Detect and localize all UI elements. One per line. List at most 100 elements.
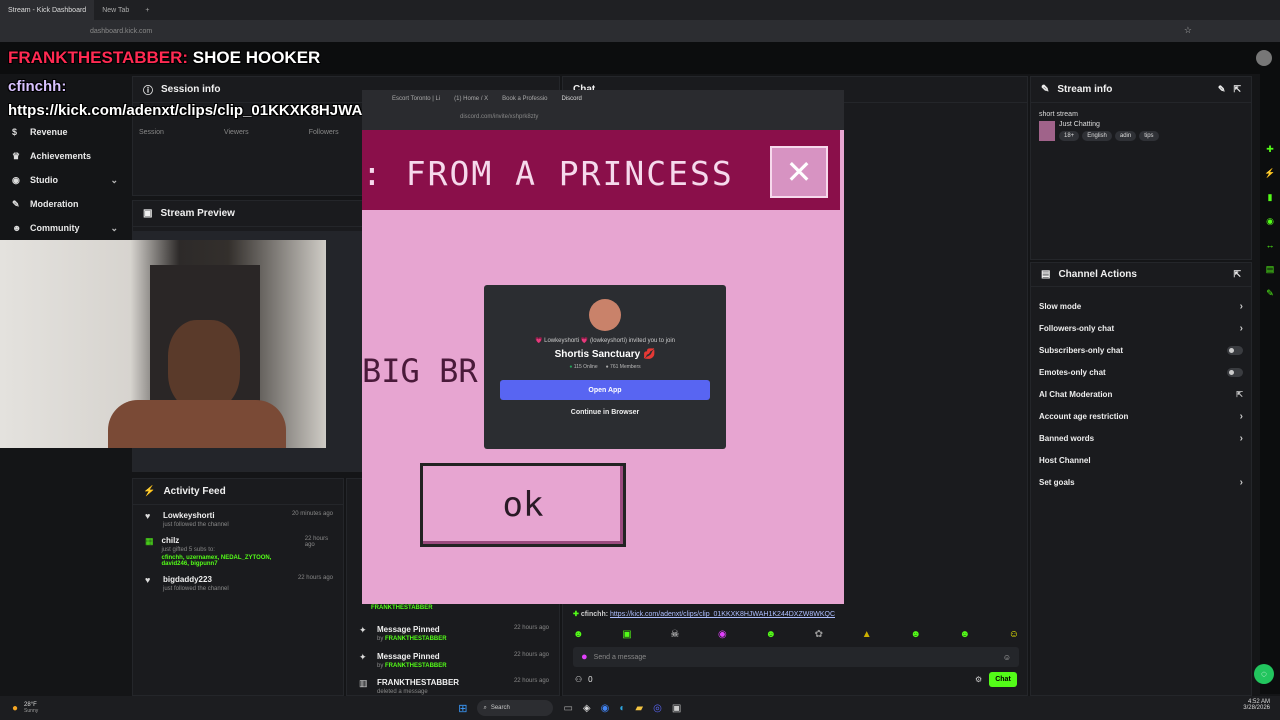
external-link-icon[interactable]: ⇱ <box>1233 269 1241 280</box>
chat-send-button[interactable]: Chat <box>989 672 1017 687</box>
tab-new[interactable]: New Tab <box>94 0 137 20</box>
gear-icon[interactable]: ⚙ <box>975 675 982 684</box>
terminal-icon[interactable]: ▣ <box>672 703 681 714</box>
emote-icon[interactable]: ▣ <box>622 629 631 640</box>
new-tab-button[interactable]: + <box>137 0 157 20</box>
continue-browser-button[interactable]: Continue in Browser <box>484 409 726 416</box>
sidebar-item-revenue[interactable]: $ Revenue <box>0 120 130 144</box>
panel-header: ▤ Channel Actions ⇱ <box>1031 263 1251 287</box>
popup-banner: : FROM A PRINCESS ✕ <box>362 130 840 210</box>
chat-icon[interactable]: ◉ <box>1264 216 1276 228</box>
emote-icon[interactable]: ☠ <box>670 629 679 640</box>
emote-icon[interactable]: ☻ <box>960 629 971 640</box>
taskbar-center: ⊞ ⌕ Search ▭ ◈ ◉ ◐ ▰ ◎ ▣ <box>458 700 681 716</box>
bolt-icon[interactable]: ⚡ <box>1264 168 1276 180</box>
emote-icon[interactable]: ✿ <box>815 629 823 640</box>
feed-sub: just gifted 5 subs to: <box>161 547 215 553</box>
chevron-right-icon: › <box>1239 300 1243 312</box>
emotes-only-toggle[interactable] <box>1227 367 1243 377</box>
host-channel-row[interactable]: Host Channel <box>1031 449 1251 471</box>
chevron-right-icon: › <box>1239 432 1243 444</box>
feed-name[interactable]: bigdaddy223 <box>163 575 229 584</box>
emote-icon[interactable]: ☻ <box>765 629 776 640</box>
support-chat-icon[interactable]: ◌ <box>1254 664 1274 684</box>
chevron-right-icon: › <box>1239 322 1243 334</box>
resize-icon[interactable]: ↔ <box>1264 240 1276 252</box>
emote-icon[interactable]: ☺ <box>1009 629 1019 640</box>
system-clock[interactable]: 4:52 AM 3/28/2026 <box>1243 699 1270 711</box>
sun-icon: ● <box>12 702 19 714</box>
feed-time: 22 hours ago <box>304 536 329 548</box>
star-icon[interactable]: ☆ <box>1184 25 1192 36</box>
tab-label[interactable]: Discord <box>562 96 582 102</box>
input-placeholder: Send a message <box>593 653 647 661</box>
member-count: 761 Members <box>610 364 641 370</box>
discord-icon[interactable]: ◎ <box>653 703 662 714</box>
app-icon[interactable]: ◈ <box>583 703 591 714</box>
chrome-icon[interactable]: ◉ <box>601 703 610 714</box>
server-stats: ● 115 Online ● 761 Members <box>484 364 726 370</box>
sidebar-item-studio[interactable]: ◉ Studio ⌄ <box>0 168 130 192</box>
sidebar-item-achievements[interactable]: ♛ Achievements <box>0 144 130 168</box>
sidebar-item-community[interactable]: ☻ Community ⌄ <box>0 216 130 240</box>
bolt-icon: ⚡ <box>143 486 156 497</box>
feed-name[interactable]: Lowkeyshorti <box>163 511 229 520</box>
category-thumbnail <box>1039 121 1055 141</box>
mod-tool-icon[interactable]: ✚ <box>1264 144 1276 156</box>
emote-icon[interactable]: ☻ <box>573 629 584 640</box>
list-item: ♥ bigdaddy223 just followed the channel 2… <box>133 569 343 594</box>
row-label: Followers-only chat <box>1039 323 1115 333</box>
chat-link[interactable]: https://kick.com/adenxt/clips/clip_01KKX… <box>610 611 835 618</box>
emote-icon[interactable]: ☻ <box>910 629 921 640</box>
tab-kick-dashboard[interactable]: Stream - Kick Dashboard <box>0 0 95 20</box>
account-age-row[interactable]: Account age restriction › <box>1031 405 1251 427</box>
sidebar-item-moderation[interactable]: ✎ Moderation <box>0 192 130 216</box>
open-app-button[interactable]: Open App <box>500 380 710 400</box>
set-goals-row[interactable]: Set goals › <box>1031 471 1251 493</box>
sidebar-item-label: Revenue <box>30 127 68 137</box>
subscribers-only-toggle[interactable] <box>1227 345 1243 355</box>
list-item: ♥ Lowkeyshorti just followed the channel … <box>133 505 343 530</box>
feed-name[interactable]: chilz <box>162 536 297 545</box>
emote-icon[interactable]: ▲ <box>862 629 872 640</box>
ai-moderation-row[interactable]: AI Chat Moderation ⇱ <box>1031 383 1251 405</box>
category-name[interactable]: Just Chatting <box>1059 121 1162 128</box>
feed-time: 22 hours ago <box>513 652 549 658</box>
address-bar[interactable]: dashboard.kick.com ☆ <box>0 20 1280 42</box>
viewer-count-value: 0 <box>588 675 593 684</box>
emote-icon[interactable]: ◉ <box>718 629 727 640</box>
list-icon[interactable]: ▤ <box>1264 264 1276 276</box>
chat-user[interactable]: cfinchh: <box>581 611 608 618</box>
url-text: dashboard.kick.com <box>90 27 153 35</box>
folder-icon[interactable]: ▰ <box>635 703 643 714</box>
close-icon[interactable]: ✕ <box>770 146 828 198</box>
weather-widget[interactable]: ● 28°F Sunny <box>12 702 38 714</box>
emoji-icon[interactable]: ☺ <box>1003 653 1011 662</box>
slow-mode-row[interactable]: Slow mode › <box>1031 295 1251 317</box>
popup-url[interactable]: discord.com/invite/xshprk8zty <box>362 108 844 120</box>
banner-text: : FROM A PRINCESS <box>362 154 734 193</box>
ok-button[interactable]: ok <box>420 463 626 547</box>
edge-icon[interactable]: ◐ <box>619 703 625 714</box>
taskbar-search[interactable]: ⌕ Search <box>477 700 554 716</box>
emotes-only-row: Emotes-only chat <box>1031 361 1251 383</box>
panel-title: Activity Feed <box>163 486 226 497</box>
tab-label[interactable]: Book a Professio <box>502 96 547 102</box>
followers-only-row[interactable]: Followers-only chat › <box>1031 317 1251 339</box>
panel-title: Stream info <box>1057 84 1113 95</box>
pin-icon: ✦ <box>359 625 367 635</box>
tab-label[interactable]: (1) Home / X <box>454 96 488 102</box>
feed-time: 20 minutes ago <box>291 511 333 517</box>
sidebar-item-label: Moderation <box>30 199 79 209</box>
dollar-icon: $ <box>12 127 18 137</box>
tab-label[interactable]: Escort Toronto | Li <box>392 96 440 102</box>
taskview-icon[interactable]: ▭ <box>563 703 572 714</box>
windows-start-icon[interactable]: ⊞ <box>458 702 467 715</box>
external-link-icon[interactable]: ⇱ <box>1233 84 1241 95</box>
chat-input[interactable]: ● Send a message ☺ <box>573 647 1019 667</box>
wrench-icon[interactable]: ✎ <box>1264 288 1276 300</box>
document-icon[interactable]: ▮ <box>1264 192 1276 204</box>
avatar[interactable] <box>1256 50 1272 66</box>
pencil-icon[interactable]: ✎ <box>1218 84 1226 95</box>
banned-words-row[interactable]: Banned words › <box>1031 427 1251 449</box>
